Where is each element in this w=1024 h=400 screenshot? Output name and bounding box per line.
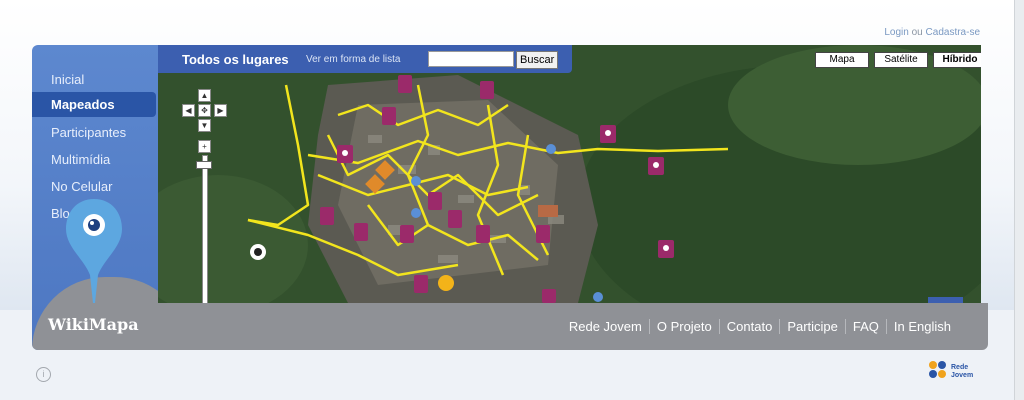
partner-line-1: Rede — [951, 364, 969, 371]
zoom-slider[interactable] — [202, 155, 208, 303]
sidebar: Inicial Mapeados Participantes Multimídi… — [32, 45, 158, 350]
partner-line-2: Jovem — [951, 372, 974, 379]
footer-link-participe[interactable]: Participe — [779, 319, 845, 334]
pan-right-icon[interactable]: ▶ — [214, 104, 227, 117]
sidebar-item-multimidia[interactable]: Multimídia — [51, 152, 110, 167]
footer-link-contato[interactable]: Contato — [718, 319, 780, 334]
pan-down-icon[interactable]: ▼ — [198, 119, 211, 132]
auth-separator: ou — [908, 27, 926, 38]
map-type-switcher: Mapa Satélite Híbrido — [815, 52, 981, 68]
sidebar-item-participantes[interactable]: Participantes — [51, 125, 126, 140]
footer-link-o-projeto[interactable]: O Projeto — [648, 319, 719, 334]
zoom-in-icon[interactable]: + — [198, 140, 211, 153]
map-title: Todos os lugares — [182, 52, 289, 67]
pan-up-icon[interactable]: ▲ — [198, 89, 211, 102]
rede-jovem-logo-icon[interactable] — [927, 359, 949, 381]
search-button[interactable]: Buscar — [516, 51, 559, 69]
sidebar-item-mapeados[interactable]: Mapeados — [32, 92, 156, 117]
map-type-hibrido[interactable]: Híbrido — [933, 52, 981, 68]
wikimapa-logo[interactable]: WikiMapa — [48, 315, 139, 334]
footer-link-faq[interactable]: FAQ — [844, 319, 886, 334]
map-toolbar: Todos os lugares Ver em forma de lista B… — [158, 45, 572, 73]
footer-link-rede-jovem[interactable]: Rede Jovem — [562, 319, 649, 334]
info-icon[interactable]: i — [36, 367, 51, 382]
list-view-link[interactable]: Ver em forma de lista — [306, 54, 400, 65]
zoom-slider-thumb[interactable] — [196, 161, 212, 169]
search-input[interactable] — [428, 51, 514, 67]
scrollbar[interactable] — [1014, 0, 1024, 400]
app-frame: Inicial Mapeados Participantes Multimídi… — [32, 45, 988, 350]
footer-link-in-english[interactable]: In English — [885, 319, 958, 334]
rede-jovem-logo-text: Rede Jovem — [951, 364, 973, 380]
map-type-satelite[interactable]: Satélite — [874, 52, 928, 68]
pan-center-icon[interactable]: ✥ — [198, 104, 211, 117]
signup-link[interactable]: Cadastra-se — [926, 27, 980, 38]
sidebar-item-no-celular[interactable]: No Celular — [51, 179, 112, 194]
sidebar-item-inicial[interactable]: Inicial — [51, 72, 84, 87]
footer-bar: Rede Jovem O Projeto Contato Participe F… — [158, 303, 988, 350]
map-type-mapa[interactable]: Mapa — [815, 52, 869, 68]
sidebar-item-label: Mapeados — [51, 97, 115, 112]
auth-links: Login ou Cadastra-se — [884, 27, 980, 38]
map-canvas[interactable]: Todos os lugares Ver em forma de lista B… — [158, 45, 981, 303]
satellite-imagery — [158, 45, 981, 303]
pan-left-icon[interactable]: ◀ — [182, 104, 195, 117]
login-link[interactable]: Login — [884, 27, 908, 38]
mascot-pin-icon — [66, 199, 122, 303]
footer-links: Rede Jovem O Projeto Contato Participe F… — [562, 319, 958, 334]
